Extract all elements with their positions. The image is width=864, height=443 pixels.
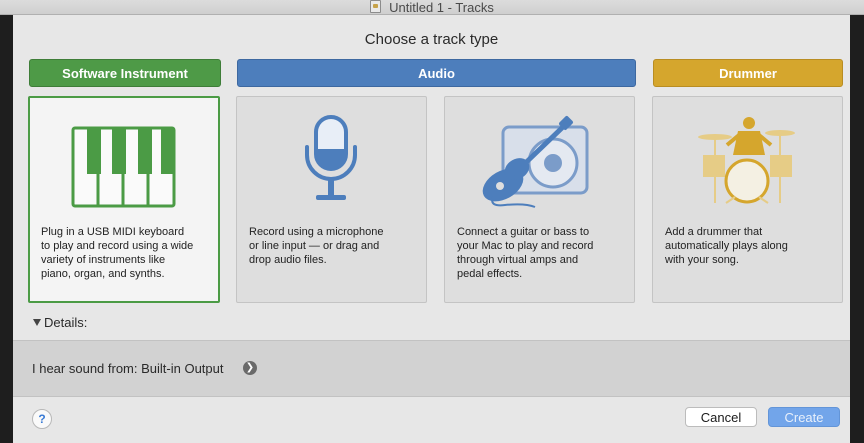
track-option-audio-guitar[interactable]: Connect a guitar or bass to your Mac to …	[444, 96, 635, 303]
details-label: Details:	[44, 315, 88, 330]
card-description: Record using a microphone or line input …	[249, 226, 384, 266]
output-label: I hear sound from: Built-in Output	[32, 361, 224, 376]
microphone-icon	[305, 115, 357, 200]
track-type-dialog: Choose a track type Software Instrument …	[13, 15, 850, 443]
piano-keys-icon	[71, 126, 176, 208]
guitar-amp-icon	[482, 116, 589, 208]
create-button[interactable]: Create	[768, 407, 840, 427]
track-option-drummer[interactable]: Add a drummer that automatically plays a…	[652, 96, 843, 303]
card-description: Plug in a USB MIDI keyboard to play and …	[41, 226, 194, 280]
card-description: Connect a guitar or bass to your Mac to …	[457, 226, 594, 280]
drum-kit-icon	[698, 117, 795, 204]
card-description: Add a drummer that automatically plays a…	[665, 226, 788, 266]
cancel-button[interactable]: Cancel	[685, 407, 757, 427]
track-option-software-instrument[interactable]: Plug in a USB MIDI keyboard to play and …	[28, 96, 220, 303]
window-titlebar: Untitled 1 - Tracks	[0, 0, 864, 15]
category-software-instrument: Software Instrument	[29, 59, 221, 87]
window-title: Untitled 1 - Tracks	[389, 0, 494, 15]
help-button[interactable]: ?	[32, 409, 52, 429]
disclosure-triangle-icon	[33, 319, 41, 326]
category-audio: Audio	[237, 59, 636, 87]
dialog-heading: Choose a track type	[364, 31, 499, 48]
document-icon	[370, 0, 382, 13]
output-row: I hear sound from: Built-in Output ❯	[13, 340, 850, 397]
details-disclosure[interactable]: Details:	[33, 315, 87, 330]
category-drummer: Drummer	[653, 59, 843, 87]
output-arrow-icon[interactable]: ❯	[243, 361, 257, 375]
track-option-audio-microphone[interactable]: Record using a microphone or line input …	[236, 96, 427, 303]
